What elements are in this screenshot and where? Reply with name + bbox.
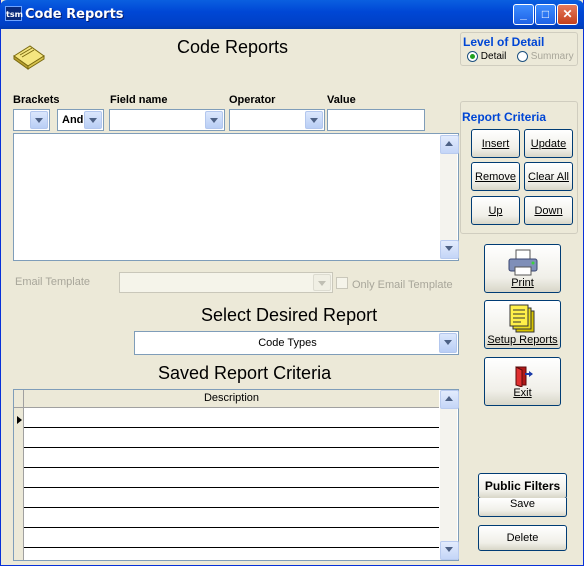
- setup-reports-button[interactable]: Setup Reports: [484, 300, 561, 349]
- criteria-list[interactable]: [13, 133, 459, 261]
- table-row[interactable]: [24, 468, 439, 488]
- setup-reports-label: Setup Reports: [487, 333, 558, 346]
- report-dropdown-value: Code Types: [258, 337, 317, 349]
- scroll-down-icon[interactable]: [440, 240, 459, 259]
- book-icon: [12, 42, 46, 70]
- and-or-dropdown[interactable]: And: [57, 109, 104, 131]
- minimize-button[interactable]: _: [513, 4, 534, 25]
- exit-label: Exit: [513, 386, 532, 399]
- saved-grid-scrollbar[interactable]: [440, 390, 459, 560]
- scroll-up-icon[interactable]: [440, 135, 459, 154]
- save-button[interactable]: Save: [478, 498, 567, 517]
- table-row[interactable]: [24, 548, 439, 560]
- title-bar[interactable]: tsm Code Reports _ □ ✕: [0, 0, 584, 29]
- email-template-label: Email Template: [15, 276, 90, 288]
- chevron-down-icon[interactable]: [30, 111, 48, 129]
- only-email-template-label: Only Email Template: [352, 279, 453, 291]
- up-button[interactable]: Up: [471, 196, 520, 225]
- report-dropdown[interactable]: Code Types: [134, 331, 459, 355]
- only-email-template-checkbox[interactable]: [336, 277, 348, 289]
- public-filters-button[interactable]: Public Filters: [478, 473, 567, 499]
- scroll-down-icon[interactable]: [440, 541, 459, 560]
- detail-label: Detail: [480, 51, 507, 63]
- report-pages-icon: [509, 304, 534, 332]
- insert-button[interactable]: Insert: [471, 129, 520, 158]
- close-button[interactable]: ✕: [557, 4, 578, 25]
- table-row[interactable]: [24, 428, 439, 448]
- operator-dropdown[interactable]: [229, 109, 325, 131]
- report-criteria-group: Report Criteria Insert Update Remove Cle…: [460, 101, 578, 234]
- saved-criteria-grid[interactable]: Description: [13, 389, 459, 561]
- current-row-icon: [17, 416, 22, 424]
- close-icon: ✕: [562, 7, 573, 21]
- table-row[interactable]: [24, 528, 439, 548]
- email-template-dropdown[interactable]: [119, 272, 333, 293]
- remove-button[interactable]: Remove: [471, 162, 520, 191]
- chevron-down-icon[interactable]: [205, 111, 223, 129]
- chevron-down-icon[interactable]: [439, 333, 457, 353]
- app-icon: tsm: [5, 6, 23, 21]
- chevron-down-icon[interactable]: [313, 274, 331, 291]
- scroll-up-icon[interactable]: [440, 390, 459, 409]
- print-button[interactable]: Print: [484, 244, 561, 293]
- minimize-icon: _: [520, 7, 527, 21]
- level-of-detail-title: Level of Detail: [463, 35, 545, 49]
- exit-button[interactable]: Exit: [484, 357, 561, 406]
- brackets-label: Brackets: [13, 94, 60, 106]
- table-row[interactable]: [24, 488, 439, 508]
- detail-option[interactable]: Detail: [467, 51, 506, 62]
- brackets-dropdown[interactable]: [13, 109, 50, 131]
- and-value: And: [62, 114, 84, 126]
- print-label: Print: [511, 276, 534, 289]
- summary-label: Summary: [530, 51, 574, 63]
- field-name-label: Field name: [110, 94, 168, 106]
- table-row[interactable]: [24, 508, 439, 528]
- window-title: Code Reports: [25, 7, 124, 22]
- value-label: Value: [327, 94, 356, 106]
- maximize-icon: □: [541, 7, 550, 21]
- operator-label: Operator: [229, 94, 276, 106]
- maximize-button[interactable]: □: [535, 4, 556, 25]
- summary-option[interactable]: Summary: [517, 51, 574, 62]
- table-row[interactable]: [24, 448, 439, 468]
- report-criteria-title: Report Criteria: [462, 110, 547, 124]
- delete-button[interactable]: Delete: [478, 525, 567, 551]
- summary-radio[interactable]: [517, 51, 528, 62]
- criteria-scrollbar[interactable]: [440, 135, 459, 259]
- row-selector-column: [14, 408, 24, 560]
- grid-body[interactable]: [24, 408, 439, 560]
- chevron-down-icon[interactable]: [84, 111, 102, 129]
- detail-radio[interactable]: [467, 51, 478, 62]
- level-of-detail-group: Level of Detail Detail Summary: [460, 32, 578, 66]
- update-button[interactable]: Update: [524, 129, 573, 158]
- grid-corner: [14, 390, 24, 408]
- value-input[interactable]: [327, 109, 425, 131]
- table-row[interactable]: [24, 408, 439, 428]
- printer-icon: [508, 249, 537, 275]
- select-report-title: Select Desired Report: [201, 305, 378, 325]
- saved-criteria-title: Saved Report Criteria: [158, 363, 332, 383]
- down-button[interactable]: Down: [524, 196, 573, 225]
- page-title: Code Reports: [177, 37, 289, 57]
- exit-door-icon: [515, 365, 533, 387]
- chevron-down-icon[interactable]: [305, 111, 323, 129]
- column-header-description[interactable]: Description: [24, 390, 439, 408]
- clear-all-button[interactable]: Clear All: [524, 162, 573, 191]
- field-name-dropdown[interactable]: [109, 109, 225, 131]
